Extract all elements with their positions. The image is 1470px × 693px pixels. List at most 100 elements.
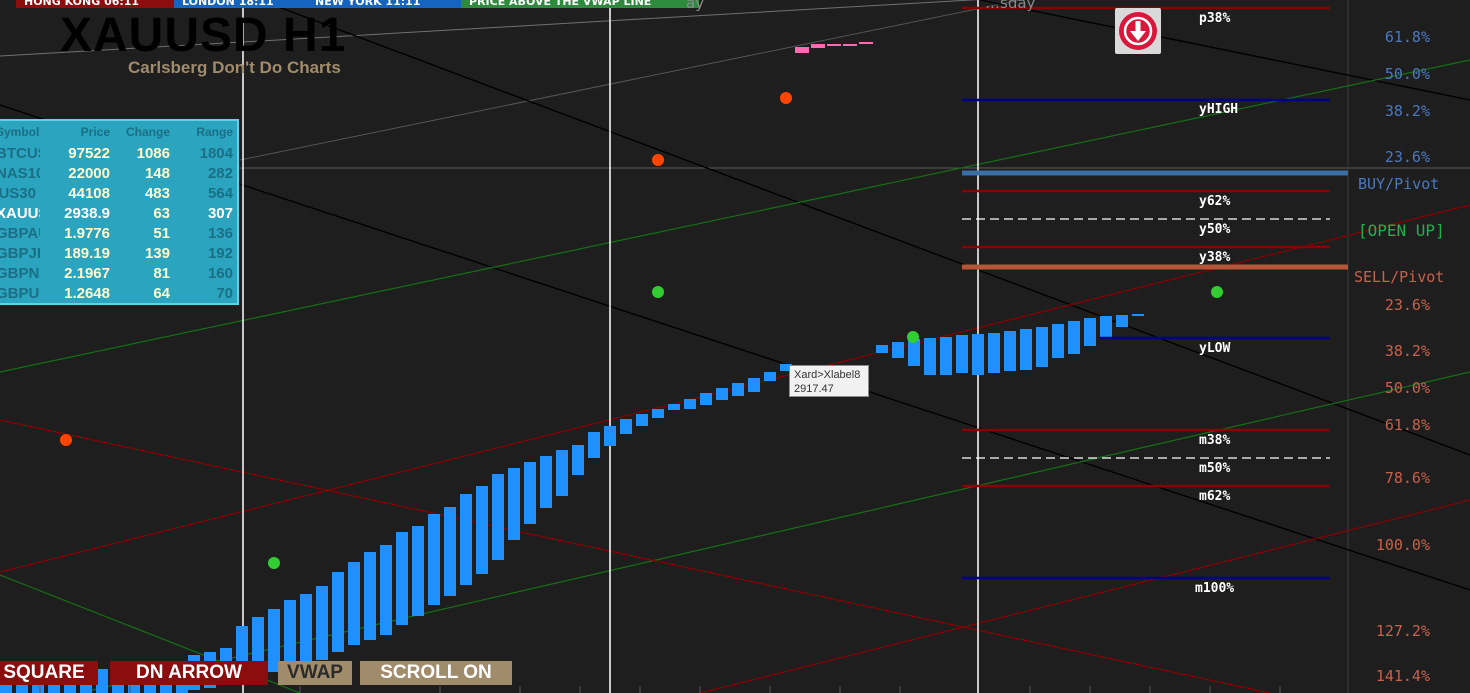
table-row: GBPUSD 1.2648 64 70 [0, 283, 237, 303]
column-header-change: Change [125, 125, 170, 139]
signal-dot-green [268, 557, 280, 569]
histogram-bar [556, 450, 568, 496]
histogram-bar [924, 338, 936, 375]
cell-symbol: BTCUSD [0, 144, 40, 162]
session-tab-london: LONDON 18:11 [174, 0, 316, 8]
pink-marker [811, 44, 825, 48]
column-header-price: Price [80, 125, 110, 139]
signal-dot-green [1211, 286, 1223, 298]
scroll-on-button[interactable]: SCROLL ON [360, 661, 512, 685]
column-header-symbol: Symbol [0, 125, 40, 139]
level-tag-y62: y62% [1199, 194, 1231, 209]
level-tag-ylow: yLOW [1199, 341, 1231, 356]
table-row: GBPJPY 189.19 139 192 [0, 243, 237, 263]
fib-level-label: 61.8% [1384, 28, 1430, 46]
pink-marker [859, 42, 873, 44]
histogram-bar [764, 372, 776, 381]
histogram-bar [396, 532, 408, 625]
day-label: …sday [985, 0, 1036, 12]
cell-change: 51 [153, 224, 170, 242]
cell-symbol: NAS100 [0, 164, 40, 182]
histogram-bar [716, 388, 728, 400]
cell-change: 483 [144, 184, 170, 202]
dn-arrow-button[interactable]: DN ARROW [110, 661, 268, 685]
signal-dot-green [907, 331, 919, 343]
histogram-bar [972, 334, 984, 375]
histogram-bar [1100, 316, 1112, 338]
histogram-bar [1036, 327, 1048, 367]
histogram-bar [1084, 318, 1096, 346]
square-button[interactable]: SQUARE [0, 661, 98, 685]
market-watch-table: Symbol Price Change Range BTCUSD 97522 108… [0, 119, 239, 305]
histogram-bar [316, 586, 328, 660]
histogram-bar [540, 456, 552, 508]
histogram-bar [588, 432, 600, 458]
cell-symbol: GBPAUD [0, 224, 40, 242]
trend-line-red [699, 499, 1470, 693]
histogram-bar [1116, 315, 1128, 327]
vwap-histogram [0, 314, 1144, 693]
histogram-bar [332, 572, 344, 652]
signal-dot-orange [60, 434, 72, 446]
histogram-bar [572, 445, 584, 475]
cell-change: 81 [153, 264, 170, 282]
fib-level-label: 50.0% [1384, 379, 1430, 397]
histogram-bar [1052, 324, 1064, 358]
fib-level-label: 50.0% [1384, 65, 1430, 83]
cell-change: 63 [153, 204, 170, 222]
pink-marker [795, 47, 809, 53]
cell-range: 136 [207, 224, 233, 242]
session-tab-hong-kong: HONG KONG 06:11 [16, 0, 182, 8]
cell-price: 1.9776 [64, 224, 110, 242]
fib-level-label: 61.8% [1384, 416, 1430, 434]
histogram-bar [1020, 329, 1032, 370]
histogram-bar [1132, 314, 1144, 316]
cell-symbol: US30 [0, 184, 36, 202]
sell-pivot-label: SELL/Pivot [1354, 268, 1445, 286]
cell-symbol: XAUUSD [0, 204, 40, 222]
fib-level-label: 78.6% [1384, 469, 1430, 487]
histogram-bar [492, 474, 504, 560]
histogram-bar [524, 462, 536, 524]
histogram-bar [892, 342, 904, 358]
fib-level-label: 23.6% [1384, 148, 1430, 166]
fib-level-label: 38.2% [1384, 102, 1430, 120]
level-lines [962, 6, 1348, 580]
cell-range: 160 [207, 264, 233, 282]
open-status-label: [OPEN UP] [1358, 221, 1445, 240]
cell-change: 1086 [136, 144, 170, 162]
table-row: XAUUSD 2938.9 63 307 [0, 203, 237, 223]
session-tab-new-york: NEW YORK 11:11 [307, 0, 469, 8]
histogram-bar [1068, 321, 1080, 354]
level-tag-y50: y50% [1199, 222, 1231, 237]
table-row: US30 44108 483 564 [0, 183, 237, 203]
histogram-bar [940, 337, 952, 375]
level-tag-m38: m38% [1199, 433, 1231, 448]
fib-level-label: 127.2% [1375, 622, 1430, 640]
histogram-bar [732, 383, 744, 396]
cell-price: 22000 [68, 164, 110, 182]
cell-change: 139 [144, 244, 170, 262]
histogram-bar [988, 333, 1000, 373]
cell-range: 307 [207, 204, 233, 222]
fib-level-label: 23.6% [1384, 296, 1430, 314]
cell-price: 189.19 [64, 244, 110, 262]
price-chart[interactable] [0, 0, 1470, 693]
histogram-bar [364, 552, 376, 640]
histogram-bar [620, 419, 632, 434]
histogram-bar [876, 345, 888, 353]
brand-subtitle: Carlsberg Don't Do Charts [128, 58, 341, 77]
level-tag-yhigh: yHIGH [1199, 102, 1239, 117]
cell-price: 97522 [68, 144, 110, 162]
vwap-button[interactable]: VWAP [278, 661, 352, 685]
fib-level-label: 100.0% [1375, 536, 1430, 554]
table-row: BTCUSD 97522 1086 1804 [0, 143, 237, 163]
cell-price: 44108 [68, 184, 110, 202]
histogram-bar [604, 426, 616, 446]
tooltip-name: Xard>Xlabel8 [794, 369, 861, 381]
time-axis-ticks [39, 686, 1281, 693]
table-row: GBPAUD 1.9776 51 136 [0, 223, 237, 243]
signal-dot-orange [780, 92, 792, 104]
histogram-bar [380, 545, 392, 635]
level-tag-p38: p38% [1199, 11, 1231, 26]
